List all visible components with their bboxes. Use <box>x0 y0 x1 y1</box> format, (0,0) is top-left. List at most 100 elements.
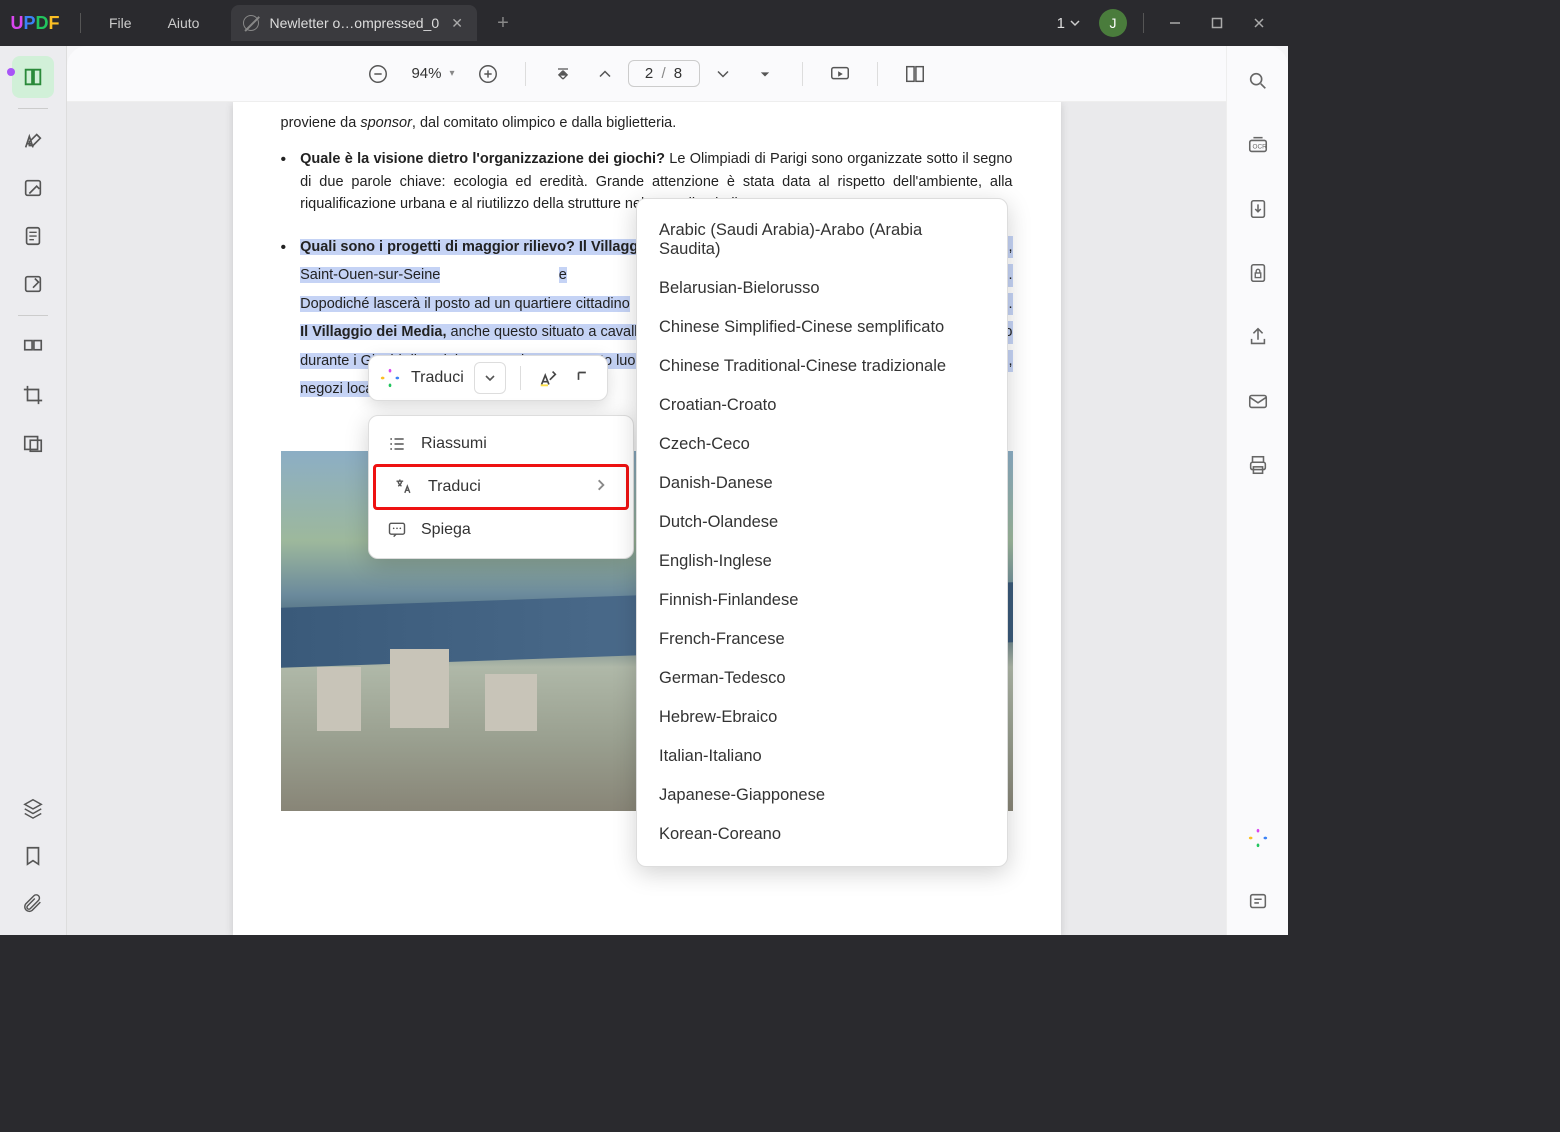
menu-item-translate[interactable]: Traduci <box>373 464 629 510</box>
menu-item-label: Riassumi <box>421 435 487 453</box>
divider <box>877 62 878 86</box>
window-maximize-button[interactable] <box>1196 7 1238 39</box>
language-submenu: Arabic (Saudi Arabia)-Arabo (Arabia Saud… <box>636 198 1008 867</box>
layers-button[interactable] <box>12 787 54 829</box>
selected-text: Il Villaggio dei Media, <box>300 324 450 340</box>
left-sidebar <box>0 46 67 935</box>
ai-toolbar-popup: Traduci <box>368 355 608 401</box>
page-tool-button[interactable] <box>12 215 54 257</box>
email-button[interactable] <box>1237 380 1279 422</box>
print-button[interactable] <box>1237 444 1279 486</box>
first-page-button[interactable] <box>544 55 582 93</box>
lang-option[interactable]: Japanese-Giapponese <box>637 776 1007 815</box>
doc-text-em: sponsor <box>360 115 412 131</box>
notes-button[interactable] <box>1237 881 1279 923</box>
menu-item-summarize[interactable]: Riassumi <box>369 424 633 464</box>
divider <box>525 62 526 86</box>
convert-button[interactable] <box>1237 188 1279 230</box>
prev-page-button[interactable] <box>586 55 624 93</box>
lang-option[interactable]: Belarusian-Bielorusso <box>637 269 1007 308</box>
crop-tool-button[interactable] <box>12 374 54 416</box>
window-count[interactable]: 1 <box>1053 15 1085 32</box>
attachment-button[interactable] <box>12 883 54 925</box>
lang-option[interactable]: Finnish-Finlandese <box>637 581 1007 620</box>
protect-button[interactable] <box>1237 252 1279 294</box>
tab-close-button[interactable]: ✕ <box>449 15 465 31</box>
menu-item-label: Traduci <box>428 478 481 496</box>
page-view-button[interactable] <box>896 55 934 93</box>
current-page: 2 <box>645 65 653 82</box>
lang-option[interactable]: Czech-Ceco <box>637 425 1007 464</box>
lang-option[interactable]: German-Tedesco <box>637 659 1007 698</box>
redact-tool-button[interactable] <box>12 422 54 464</box>
lang-option[interactable]: Chinese Traditional-Cinese tradizionale <box>637 347 1007 386</box>
caret-down-icon: ▾ <box>450 68 455 79</box>
doc-heading: Quale è la visione dietro l'organizzazio… <box>300 151 669 167</box>
lang-option[interactable]: Chinese Simplified-Cinese semplificato <box>637 308 1007 347</box>
next-page-button[interactable] <box>704 55 742 93</box>
lang-option[interactable]: Croatian-Croato <box>637 386 1007 425</box>
divider <box>18 315 48 316</box>
svg-text:OCR: OCR <box>1252 144 1267 151</box>
bullet-icon: • <box>281 236 287 407</box>
selected-text: Saint-Ouen-sur-Seine <box>300 267 440 283</box>
chat-icon <box>387 520 407 540</box>
total-pages: 8 <box>674 65 682 82</box>
lang-option[interactable]: Hebrew-Ebraico <box>637 698 1007 737</box>
zoom-out-button[interactable] <box>359 55 397 93</box>
titlebar: UPDF File Aiuto Newletter o…ompressed_0 … <box>0 0 1288 46</box>
more-tools-button[interactable] <box>571 365 597 391</box>
divider <box>520 366 521 390</box>
tab-title: Newletter o…ompressed_0 <box>269 15 439 31</box>
reader-mode-button[interactable] <box>12 56 54 98</box>
menu-help[interactable]: Aiuto <box>150 15 218 31</box>
chevron-down-icon <box>1069 17 1081 29</box>
lang-option[interactable]: Korean-Coreano <box>637 815 1007 854</box>
translate-icon <box>394 477 414 497</box>
menu-file[interactable]: File <box>91 15 150 31</box>
lang-option[interactable]: Italian-Italiano <box>637 737 1007 776</box>
divider <box>80 13 81 33</box>
window-close-button[interactable] <box>1238 7 1280 39</box>
selected-text: anche questo situato a cavallo di <box>451 324 661 340</box>
doc-text: , dal comitato olimpico e dalla bigliett… <box>412 115 676 131</box>
user-avatar[interactable]: J <box>1099 9 1127 37</box>
search-button[interactable] <box>1237 60 1279 102</box>
doc-text: proviene da <box>281 115 361 131</box>
ai-assistant-button[interactable] <box>1237 817 1279 859</box>
comment-tool-button[interactable] <box>12 119 54 161</box>
menu-item-explain[interactable]: Spiega <box>369 510 633 550</box>
lang-option[interactable]: Dutch-Olandese <box>637 503 1007 542</box>
selected-text: e <box>559 267 567 283</box>
page-separator: / <box>661 65 665 82</box>
zoom-value: 94% <box>411 65 441 82</box>
lang-option[interactable]: Danish-Danese <box>637 464 1007 503</box>
chevron-right-icon <box>594 478 608 497</box>
ocr-button[interactable]: OCR <box>1237 124 1279 166</box>
zoom-in-button[interactable] <box>469 55 507 93</box>
new-tab-button[interactable]: + <box>497 12 509 35</box>
lang-option[interactable]: Arabic (Saudi Arabia)-Arabo (Arabia Saud… <box>637 211 1007 269</box>
form-tool-button[interactable] <box>12 263 54 305</box>
last-page-button[interactable] <box>746 55 784 93</box>
window-minimize-button[interactable] <box>1154 7 1196 39</box>
list-icon <box>387 434 407 454</box>
window-count-value: 1 <box>1057 15 1065 32</box>
share-button[interactable] <box>1237 316 1279 358</box>
top-toolbar: 94% ▾ 2 / 8 <box>67 46 1226 102</box>
zoom-level[interactable]: 94% ▾ <box>401 65 464 82</box>
edit-tool-button[interactable] <box>12 167 54 209</box>
bookmark-button[interactable] <box>12 835 54 877</box>
document-tab[interactable]: Newletter o…ompressed_0 ✕ <box>231 5 477 41</box>
bullet-icon: • <box>281 148 287 221</box>
divider <box>802 62 803 86</box>
lang-option[interactable]: French-Francese <box>637 620 1007 659</box>
presentation-button[interactable] <box>821 55 859 93</box>
page-indicator[interactable]: 2 / 8 <box>628 60 700 87</box>
organize-pages-button[interactable] <box>12 326 54 368</box>
divider <box>1143 13 1144 33</box>
lang-option[interactable]: English-Inglese <box>637 542 1007 581</box>
ai-dropdown-button[interactable] <box>474 362 506 394</box>
ai-action-menu: Riassumi Traduci Spiega <box>368 415 634 559</box>
highlight-tool-button[interactable] <box>535 365 561 391</box>
